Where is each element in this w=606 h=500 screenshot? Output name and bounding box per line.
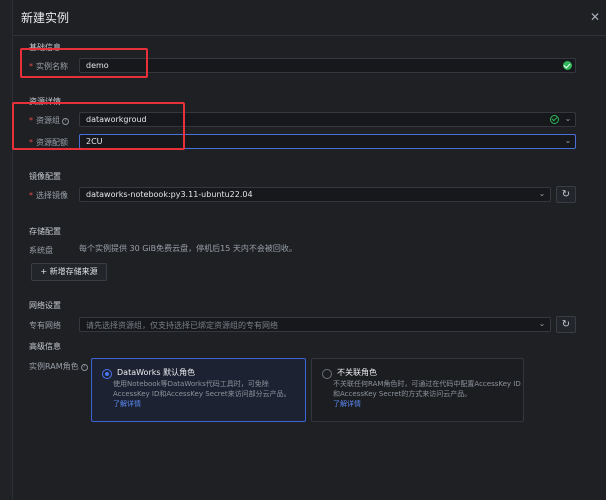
background-sidebar-edge: [0, 0, 12, 500]
refresh-vpc-button[interactable]: ↻: [556, 316, 576, 333]
ram-option-desc-text: 不关联任何RAM角色时，可通过在代码中配置AccessKey ID和Access…: [333, 380, 521, 398]
vpc-select[interactable]: 请先选择资源组，仅支持选择已绑定资源组的专有网络: [79, 317, 551, 332]
system-disk-label: 系统盘: [29, 246, 53, 255]
ram-role-label: 实例RAM角色?: [29, 361, 88, 372]
select-image-label: * 选择镜像: [29, 190, 68, 201]
section-image-title: 镜像配置: [29, 172, 61, 181]
system-disk-hint: 每个实例提供 30 GiB免费云盘，停机后15 天内不会被回收。: [79, 244, 297, 253]
select-image-label-text: 选择镜像: [36, 191, 68, 200]
instance-name-label-text: 实例名称: [36, 62, 68, 71]
resource-group-label-text: 资源组: [36, 116, 60, 125]
refresh-icon: ↻: [561, 319, 571, 330]
chevron-down-icon[interactable]: ⌄: [563, 114, 573, 124]
ram-option-desc: 使用Notebook等DataWorks代码工具时，可免除AccessKey I…: [113, 379, 303, 409]
drawer-title: 新建实例: [21, 11, 70, 25]
instance-name-value: demo: [86, 61, 109, 70]
section-storage-title: 存储配置: [29, 227, 61, 236]
resource-spec-label-text: 资源配额: [36, 138, 68, 147]
check-circle-icon: [563, 61, 572, 70]
ram-option-desc: 不关联任何RAM角色时，可通过在代码中配置AccessKey ID和Access…: [333, 379, 523, 409]
vpc-placeholder: 请先选择资源组，仅支持选择已绑定资源组的专有网络: [86, 321, 278, 330]
chevron-down-icon[interactable]: ⌄: [537, 319, 547, 329]
image-select-value: dataworks-notebook:py3.11-ubuntu22.04: [86, 190, 253, 199]
ram-role-label-text: 实例RAM角色: [29, 362, 79, 371]
chevron-down-icon[interactable]: ⌄: [537, 189, 547, 199]
drawer-header: 新建实例 ✕: [13, 0, 606, 36]
section-network-title: 网络设置: [29, 301, 61, 310]
instance-name-label: * 实例名称: [29, 61, 68, 72]
resource-spec-value: 2CU: [86, 137, 103, 146]
ram-option-default-role[interactable]: DataWorks 默认角色 使用Notebook等DataWorks代码工具时…: [91, 358, 306, 422]
vpc-label: 专有网络: [29, 321, 61, 330]
create-instance-drawer: 新建实例 ✕ 基础信息 * 实例名称 demo 资源详情 * 资源组? datawo…: [12, 0, 606, 500]
learn-more-link[interactable]: 了解详情: [113, 400, 141, 408]
check-circle-icon: [550, 115, 559, 124]
ram-option-title: 不关联角色: [337, 368, 377, 377]
required-mark: *: [29, 62, 33, 71]
resource-spec-select[interactable]: 2CU: [79, 134, 576, 149]
instance-name-input[interactable]: demo: [79, 58, 576, 73]
ram-option-no-role[interactable]: 不关联角色 不关联任何RAM角色时，可通过在代码中配置AccessKey ID和…: [311, 358, 524, 422]
required-mark: *: [29, 138, 33, 147]
add-storage-button[interactable]: + 新增存储来源: [31, 263, 107, 281]
close-icon[interactable]: ✕: [588, 10, 602, 24]
add-storage-label: 新增存储来源: [49, 267, 98, 276]
radio-selected[interactable]: [102, 369, 112, 379]
info-icon: ?: [80, 364, 88, 371]
info-icon: ?: [62, 118, 69, 125]
resource-group-value: dataworkgroud: [86, 115, 147, 124]
resource-group-label: * 资源组?: [29, 115, 69, 126]
radio-unselected[interactable]: [322, 369, 332, 379]
section-advanced-title: 高级信息: [29, 342, 61, 351]
learn-more-link[interactable]: 了解详情: [333, 400, 361, 408]
refresh-icon: ↻: [561, 189, 571, 200]
resource-group-select[interactable]: dataworkgroud: [79, 112, 576, 127]
resource-spec-label: * 资源配额: [29, 137, 68, 148]
ram-option-title: DataWorks 默认角色: [117, 368, 196, 377]
refresh-image-button[interactable]: ↻: [556, 186, 576, 203]
image-select[interactable]: dataworks-notebook:py3.11-ubuntu22.04: [79, 187, 551, 202]
required-mark: *: [29, 191, 33, 200]
required-mark: *: [29, 116, 33, 125]
plus-icon: +: [40, 267, 48, 276]
section-resource-title: 资源详情: [29, 97, 61, 106]
chevron-down-icon[interactable]: ⌄: [563, 136, 573, 146]
ram-option-desc-text: 使用Notebook等DataWorks代码工具时，可免除AccessKey I…: [113, 380, 291, 398]
section-basic-title: 基础信息: [29, 43, 61, 52]
